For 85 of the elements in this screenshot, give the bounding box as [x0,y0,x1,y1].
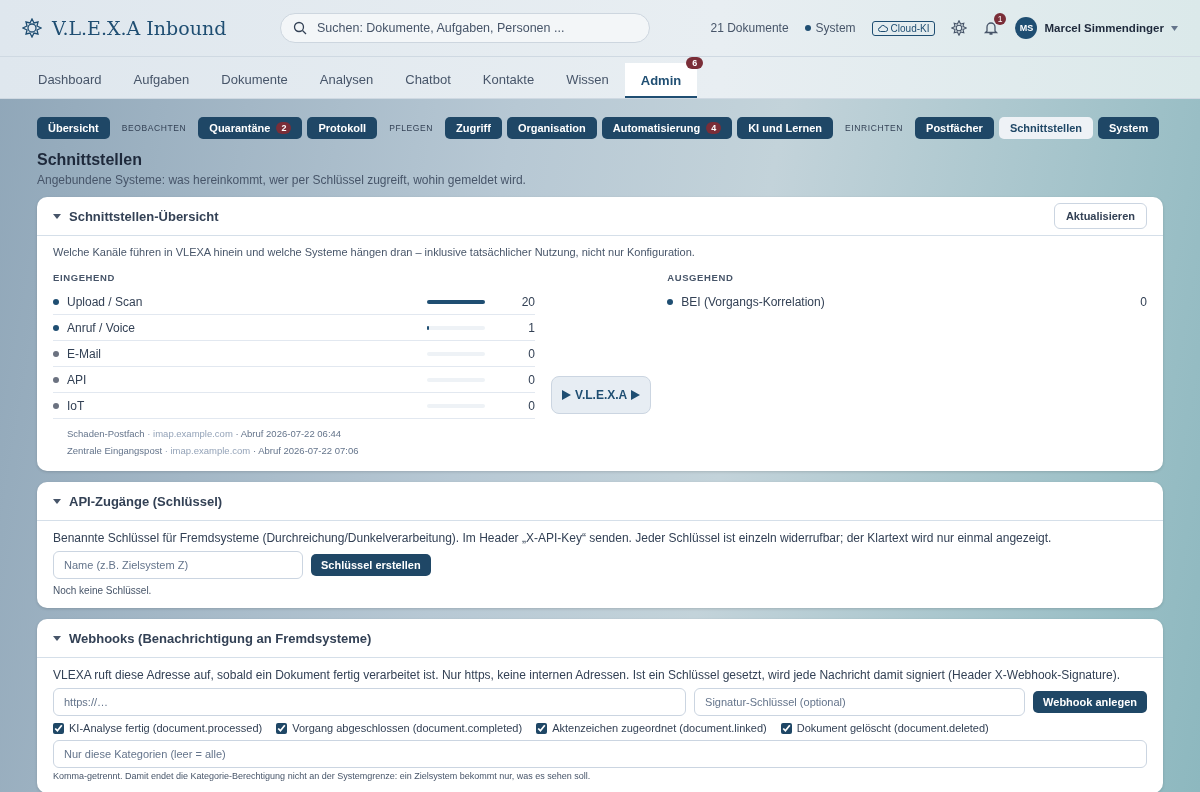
nav-tab[interactable]: Wissen [550,62,625,98]
checkbox[interactable] [780,722,792,734]
user-avatar: MS [1015,17,1038,39]
card-description: Benannte Schlüssel für Fremdsysteme (Durchreichung/Dunkelverarbeitung). Im Header „X-API-Key“ senden. Jeder Schlüssel ist einzeln widerrufbar; der Klartext wird nur einmal angezeigt. [53,531,1053,545]
category-field[interactable]: Nur diese Kategorien (leer = alle) [53,740,1147,768]
usage-bar [427,325,485,330]
page-title: Schnittstellen [37,151,143,169]
channel-name: BEI (Vorgangs-Korrelation) [681,294,826,309]
subnav-button[interactable]: Schnittstellen [998,117,1094,139]
create-key-button[interactable]: Schlüssel erstellen [311,554,431,576]
logo-icon [22,18,42,38]
channel-name: E-Mail [67,346,102,361]
search-icon [293,21,307,35]
channel-count: 1 [527,320,535,335]
section-label: EINRICHTEN [844,123,905,133]
section-label: PFLEGEN [388,123,435,133]
channel-name: IoT [67,398,86,413]
subnav-button[interactable]: Protokoll [307,117,378,139]
bell-icon[interactable] [983,20,1000,36]
subnav-button[interactable]: Übersicht [37,117,110,139]
empty-message: Noch keine Schlüssel. [53,585,153,596]
subnav-button[interactable]: Postfächer [915,117,994,139]
system-status: System [815,21,856,35]
notification-badge: 1 [993,13,1007,25]
nav-tab[interactable]: Aufgaben [117,62,206,98]
subnav-button[interactable]: Zugriff [445,117,502,139]
checkbox[interactable] [276,722,288,734]
checkbox-label: Dokument gelöscht (document.deleted) [796,722,989,734]
channel-name: API [67,372,88,387]
mailbox-info: Schaden-Postfach · imap.example.com · Abruf 2026-07-22 06:44 [67,427,343,441]
settings-icon[interactable] [951,20,968,36]
subnav-button[interactable]: Quarantäne 2 [198,117,303,139]
cloud-ai-badge: Cloud-KI [871,20,936,36]
status-dot [804,25,811,31]
nav-tab[interactable]: Dashboard [22,62,118,98]
arrow-icon [562,389,571,400]
card-title: API-Zugänge (Schlüssel) [69,493,223,509]
count-badge: 6 [686,57,704,69]
checkbox-label: KI-Analyse fertig (document.processed) [69,722,263,734]
page-subtitle: Angebundene Systeme: was hereinkommt, wer per Schlüssel zugreift, wohin gemeldet wird. [37,173,527,187]
refresh-button[interactable]: Aktualisieren [1053,203,1147,229]
usage-bar [427,299,485,304]
card-description: Welche Kanäle führen in VLEXA hinein und welche Systeme hängen dran – inklusive tatsächlicher Nutzung, nicht nur Konfiguration. [53,246,696,258]
channel-count: 0 [527,346,535,361]
channel-count: 20 [520,294,535,309]
search-bar[interactable]: Suchen: Dokumente, Aufgaben, Personen ... [280,13,650,43]
column-label: EINGEHEND [53,272,116,283]
column-label: AUSGEHEND [667,272,735,283]
url-field[interactable]: https://… [53,688,687,716]
checkbox-label: Aktenzeichen zugeordnet (document.linked) [552,722,767,734]
secret-field[interactable]: Signatur-Schlüssel (optional) [694,688,1026,716]
channel-name: Anruf / Voice [67,320,137,335]
checkbox[interactable] [536,722,548,734]
channel-count: 0 [1140,294,1147,309]
subnav-button[interactable]: Organisation [506,117,597,139]
nav-tab[interactable]: Dokumente [205,62,304,98]
subnav-button[interactable]: Automatisierung 4 [601,117,733,139]
arrow-icon [631,389,641,400]
channel-count: 0 [527,398,535,413]
collapse-toggle-icon[interactable] [53,212,61,220]
subnav-button[interactable]: KI und Lernen [737,117,834,139]
nav-tab[interactable]: Analysen [303,62,390,98]
caret-icon [1171,25,1178,31]
channel-count: 0 [527,372,535,387]
channel-name: Upload / Scan [67,294,144,309]
card-description: VLEXA ruft diese Adresse auf, sobald ein Dokument fertig verarbeitet ist. Nur https, keine internen Adressen. Ist ein Schlüssel gesetzt, wird jede Nachricht damit signiert (Header X-Webhook-Signature). [53,668,1121,682]
hub-label: V.L.E.X.A [575,387,628,402]
collapse-toggle-icon[interactable] [53,497,61,505]
checkbox-label: Vorgang abgeschlossen (document.completed) [292,722,523,734]
field-hint: Komma-getrennt. Damit endet die Kategorie-Berechtigung nicht an der Systemgrenze: ein Zielsystem bekommt nur, was es sehen soll. [53,771,592,781]
name-field[interactable]: Name (z.B. Zielsystem Z) [53,551,303,579]
nav-tab[interactable]: Kontakte [466,62,551,98]
collapse-toggle-icon[interactable] [53,634,61,642]
checkbox[interactable] [53,722,64,734]
create-webhook-button[interactable]: Webhook anlegen [1033,691,1147,713]
card-title: Schnittstellen-Übersicht [69,208,219,224]
nav-tab[interactable]: Chatbot [389,62,467,98]
search-field[interactable]: Suchen: Dokumente, Aufgaben, Personen ... [315,20,637,36]
user-menu[interactable]: MS Marcel Simmendinger [1015,17,1178,39]
mailbox-info: Zentrale Eingangspost · imap.example.com · Abruf 2026-07-22 07:06 [67,444,360,458]
document-count: 21 Dokumente [710,21,789,35]
section-label: BEOBACHTEN [120,123,188,133]
card-title: Webhooks (Benachrichtigung an Fremdsysteme) [69,630,372,646]
subnav-button[interactable]: System [1098,117,1160,139]
app-title: V.L.E.X.A Inbound [52,17,227,39]
